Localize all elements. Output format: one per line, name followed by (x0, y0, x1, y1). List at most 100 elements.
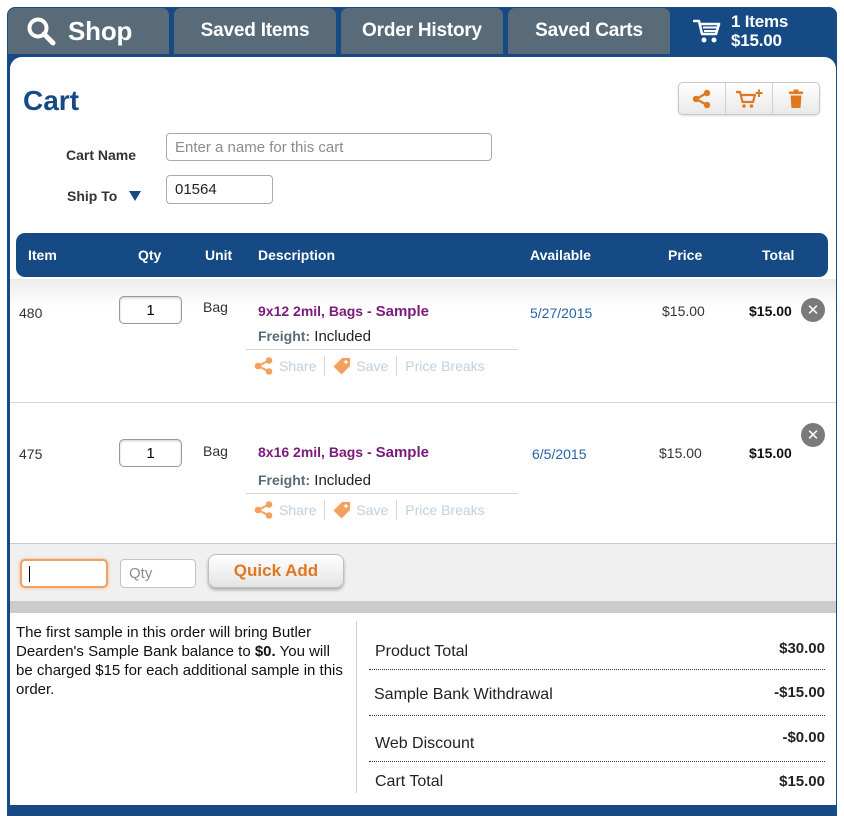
line-total: $15.00 (749, 303, 792, 319)
sample-bank-value: -$15.00 (774, 684, 825, 701)
cart-name-input[interactable] (166, 133, 492, 161)
tab-shop[interactable]: Shop (8, 8, 169, 54)
cart-icon (693, 19, 721, 43)
section-divider (10, 601, 836, 613)
freight-label: Freight: (258, 472, 311, 488)
cart-summary: 1 Items $15.00 (731, 12, 788, 50)
price-breaks-link[interactable]: Price Breaks (397, 500, 492, 520)
save-label: Save (356, 501, 389, 518)
close-icon: ✕ (806, 426, 820, 444)
tab-saved-items[interactable]: Saved Items (174, 8, 336, 54)
freight-label: Freight: (258, 328, 311, 344)
quick-add-qty-input[interactable]: Qty (120, 559, 196, 588)
tab-order-history[interactable]: Order History (341, 8, 503, 54)
line-total: $15.00 (749, 445, 792, 461)
price-breaks-label: Price Breaks (405, 357, 485, 374)
search-icon (27, 17, 56, 46)
cart-panel: Cart Cart Name Enter a name for this car… (10, 57, 836, 805)
header-available: Available (530, 247, 591, 263)
cart-total-value: $15.00 (779, 773, 825, 790)
quick-add-item-input[interactable] (20, 559, 108, 588)
freight-value: Included (314, 328, 371, 345)
page-title: Cart (23, 85, 80, 116)
table-header: Item Qty Unit Description Available Pric… (16, 233, 828, 277)
note-balance: $0. (254, 643, 276, 660)
share-cart-button[interactable] (679, 83, 726, 114)
cart-toolbar (678, 82, 820, 115)
trash-icon (789, 89, 803, 108)
share-item-button[interactable]: Share (246, 355, 326, 376)
item-number: 480 (19, 305, 43, 321)
table-row: 475 Bag 8x16 2mil, Bags -Sample Freight:… (10, 404, 836, 542)
unit-price: $15.00 (659, 445, 702, 461)
cart-total-amount: $15.00 (731, 31, 782, 50)
header-item: Item (28, 247, 57, 263)
share-label: Share (279, 357, 317, 374)
summary-divider (369, 715, 825, 716)
ship-to-input[interactable] (166, 175, 273, 204)
web-discount-value: -$0.00 (782, 729, 825, 746)
product-title[interactable]: 8x16 2mil, Bags - Sample (258, 444, 429, 461)
tab-cart[interactable]: 1 Items $15.00 (675, 8, 837, 54)
web-discount-row: Web Discount -$0.00 (375, 723, 825, 763)
tab-saved-items-label: Saved Items (200, 20, 310, 41)
sample-label: Sample (375, 303, 429, 320)
freight-value: Included (314, 472, 371, 489)
close-icon: ✕ (806, 301, 820, 319)
tab-shop-label: Shop (68, 15, 133, 46)
price-breaks-link[interactable]: Price Breaks (397, 356, 492, 376)
remove-item-button[interactable]: ✕ (801, 298, 825, 322)
price-breaks-label: Price Breaks (405, 501, 485, 518)
sample-bank-label: Sample Bank Withdrawal (374, 686, 553, 703)
product-name: 8x16 2mil, Bags - (258, 444, 372, 460)
text-caret (29, 566, 30, 582)
product-title[interactable]: 9x12 2mil, Bags - Sample (258, 303, 429, 320)
product-total-label: Product Total (375, 643, 469, 660)
quick-add-label: Quick Add (233, 561, 319, 580)
summary-separator (356, 621, 357, 793)
tab-saved-carts-label: Saved Carts (535, 20, 643, 41)
header-description: Description (258, 247, 336, 263)
product-name: 9x12 2mil, Bags - (258, 303, 372, 319)
ship-to-label: Ship To (67, 188, 118, 204)
sample-bank-row: Sample Bank Withdrawal -$15.00 (374, 677, 825, 717)
share-item-button[interactable]: Share (246, 499, 326, 520)
save-label: Save (356, 357, 389, 374)
quick-add-button[interactable]: Quick Add (208, 554, 344, 588)
app-frame: Shop Saved Items Order History Saved Car… (7, 7, 837, 816)
item-actions: Share Save Price Breaks (246, 493, 518, 525)
freight-info: Freight: Included (258, 328, 371, 345)
web-discount-label: Web Discount (375, 735, 475, 752)
add-to-cart-button[interactable] (726, 83, 773, 114)
header-qty: Qty (138, 247, 162, 263)
unit: Bag (203, 443, 228, 459)
quantity-input[interactable] (119, 296, 182, 324)
save-item-button[interactable]: Save (325, 499, 398, 520)
share-icon (254, 500, 273, 519)
freight-info: Freight: Included (258, 472, 371, 489)
tab-saved-carts[interactable]: Saved Carts (508, 8, 670, 54)
tag-icon (333, 357, 351, 374)
product-total-value: $30.00 (779, 640, 825, 657)
available-date: 6/5/2015 (532, 446, 587, 462)
ship-to-dropdown[interactable]: Ship To (67, 188, 142, 204)
quantity-input[interactable] (119, 439, 182, 467)
add-to-cart-icon (736, 89, 763, 108)
share-icon (254, 356, 273, 375)
unit: Bag (203, 299, 228, 315)
cart-total-label: Cart Total (375, 773, 444, 790)
product-total-row: Product Total $30.00 (375, 633, 825, 673)
item-actions: Share Save Price Breaks (246, 349, 518, 381)
save-item-button[interactable]: Save (325, 355, 398, 376)
item-number: 475 (19, 446, 43, 462)
cart-item-count: 1 Items (731, 12, 789, 31)
cart-name-label: Cart Name (66, 147, 137, 163)
cart-total-row: Cart Total $15.00 (375, 763, 825, 803)
summary-divider (369, 761, 825, 762)
remove-item-button[interactable]: ✕ (801, 423, 825, 447)
qty-placeholder: Qty (129, 565, 153, 582)
summary-divider (369, 669, 825, 670)
sample-label: Sample (375, 444, 429, 461)
unit-price: $15.00 (662, 303, 705, 319)
delete-cart-button[interactable] (773, 83, 819, 114)
